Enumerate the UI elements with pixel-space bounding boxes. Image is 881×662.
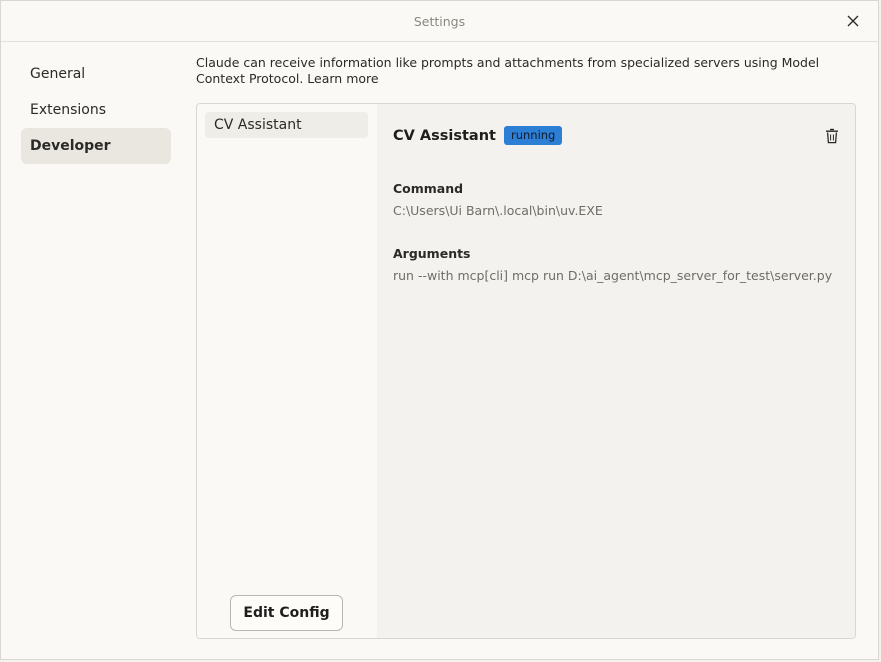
mcp-servers-panel: CV Assistant Edit Config CV Assistant ru… [196, 103, 856, 639]
status-badge: running [503, 126, 563, 145]
server-list: CV Assistant Edit Config [197, 104, 378, 638]
server-detail-header: CV Assistant running [393, 126, 563, 145]
description-text: Claude can receive information like prom… [196, 55, 820, 86]
sidebar-item-extensions[interactable]: Extensions [21, 92, 171, 128]
sidebar-item-developer[interactable]: Developer [21, 128, 171, 164]
arguments-label: Arguments [393, 246, 471, 261]
sidebar-item-general[interactable]: General [21, 56, 171, 92]
command-label: Command [393, 181, 464, 196]
settings-sidebar: General Extensions Developer [21, 56, 171, 164]
edit-config-button[interactable]: Edit Config [230, 595, 343, 631]
server-detail: CV Assistant running Command C:\Users\Ui… [377, 104, 855, 638]
title-bar: Settings [1, 1, 878, 42]
learn-more-link[interactable]: Learn more [307, 71, 378, 86]
command-value: C:\Users\Ui Barn\.local\bin\uv.EXE [393, 203, 603, 218]
server-name: CV Assistant [393, 127, 496, 144]
server-list-item-cv-assistant[interactable]: CV Assistant [205, 112, 368, 138]
settings-window: Settings General Extensions Developer Cl… [0, 0, 879, 660]
close-icon[interactable] [844, 12, 862, 30]
window-title: Settings [413, 13, 466, 29]
trash-icon[interactable] [825, 128, 839, 144]
arguments-value: run --with mcp[cli] mcp run D:\ai_agent\… [393, 268, 833, 283]
developer-description: Claude can receive information like prom… [196, 55, 846, 87]
